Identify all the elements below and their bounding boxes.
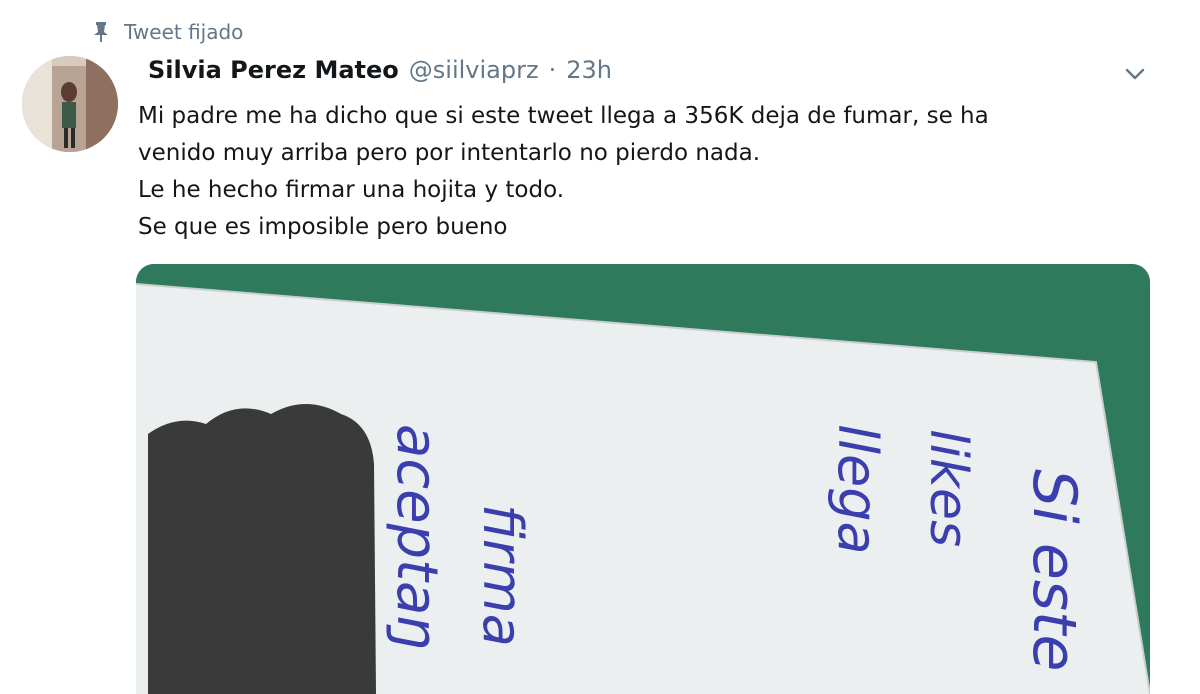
handwriting-line: llega	[826, 424, 889, 555]
handwriting-line: aceptaŋ	[384, 424, 449, 651]
tweet-menu-button[interactable]	[1118, 60, 1152, 88]
redaction-blob	[148, 404, 376, 694]
tweet-photo[interactable]: Si este likes llega firma aceptaŋ	[136, 264, 1150, 694]
separator-dot: ·	[548, 56, 557, 84]
tweet-text-line: Se que es imposible pero bueno	[138, 214, 508, 240]
tweet-header: Silvia Perez Mateo @siilviaprz · 23h	[148, 56, 612, 94]
pin-icon	[92, 21, 110, 43]
author-handle[interactable]: @siilviaprz	[409, 56, 539, 84]
tweet-text-line: venido muy arriba pero por intentarlo no…	[138, 140, 760, 166]
handwriting-line: Si este	[1019, 469, 1089, 671]
chevron-down-icon	[1125, 68, 1145, 80]
handwriting-line: firma	[471, 504, 534, 647]
pinned-label: Tweet fijado	[124, 20, 244, 44]
avatar[interactable]	[22, 56, 118, 152]
tweet-timestamp[interactable]: 23h	[566, 56, 612, 84]
handwriting-line: likes	[918, 429, 978, 547]
tweet-text-line: Mi padre me ha dicho que si este tweet l…	[138, 103, 989, 129]
tweet-text: Mi padre me ha dicho que si este tweet l…	[138, 98, 1138, 246]
author-name[interactable]: Silvia Perez Mateo	[148, 56, 399, 84]
tweet-text-line: Le he hecho firmar una hojita y todo.	[138, 177, 565, 203]
pinned-indicator: Tweet fijado	[92, 18, 243, 46]
